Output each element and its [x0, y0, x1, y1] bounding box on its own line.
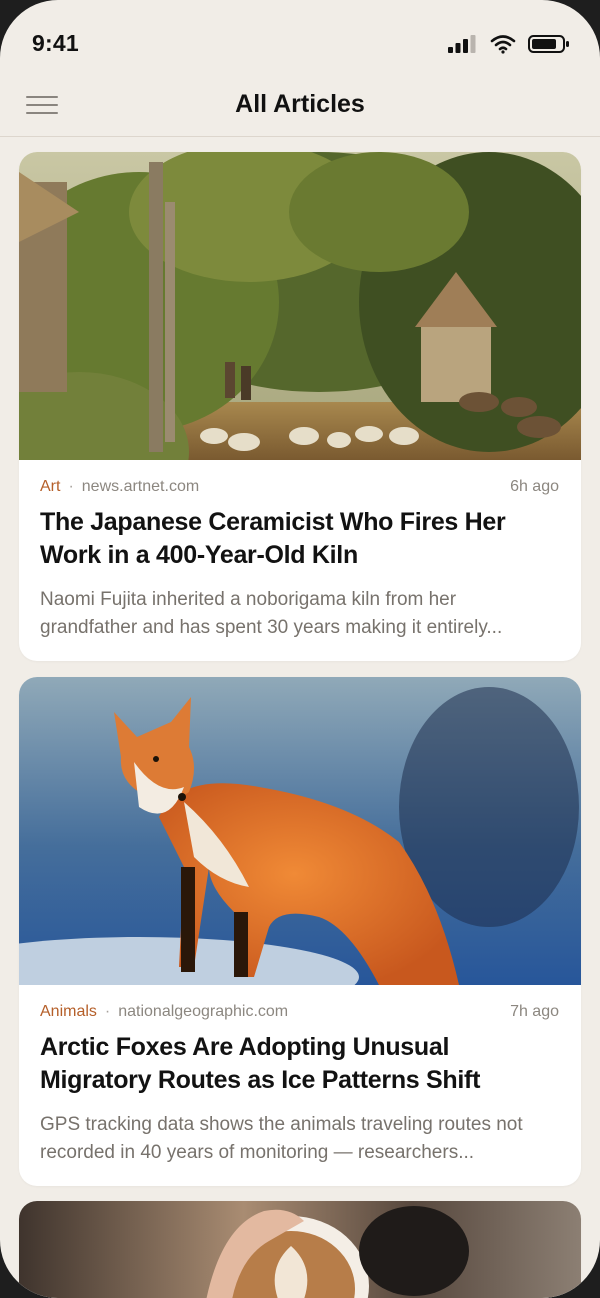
article-title[interactable]: Arctic Foxes Are Adopting Unusual Migrat…: [40, 1031, 555, 1097]
article-source: nationalgeographic.com: [118, 1003, 289, 1020]
article-meta: Animals · nationalgeographic.com 7h ago: [40, 1003, 559, 1023]
separator-dot: ·: [68, 478, 74, 495]
page-title: All Articles: [235, 90, 365, 118]
battery-icon: [528, 35, 569, 53]
article-card[interactable]: Art · news.artnet.com 6h ago The Japanese …: [19, 152, 581, 661]
article-age: 6h ago: [510, 478, 559, 495]
article-title[interactable]: The Japanese Ceramicist Who Fires Her Wo…: [40, 506, 555, 572]
article-category[interactable]: Animals: [40, 1003, 97, 1020]
wifi-icon: [490, 35, 516, 54]
cellular-signal-icon: [448, 35, 476, 53]
article-excerpt: GPS tracking data shows the animals trav…: [40, 1114, 523, 1163]
phone-screen: 9:41 All Articles Art · news.artnet.com …: [0, 0, 600, 1298]
status-time: 9:41: [32, 30, 79, 56]
article-excerpt: Naomi Fujita inherited a noborigama kiln…: [40, 589, 503, 638]
separator-dot: ·: [104, 1003, 111, 1020]
article-source: news.artnet.com: [81, 478, 200, 495]
article-image-fox: [19, 677, 581, 985]
article-card[interactable]: Animals · nationalgeographic.com 7h ago Ar…: [19, 677, 581, 1186]
article-meta: Art · news.artnet.com 6h ago: [40, 478, 559, 498]
article-age: 7h ago: [510, 1003, 559, 1020]
article-image-painting: [19, 152, 581, 460]
article-category[interactable]: Art: [40, 478, 60, 495]
status-icons: [448, 34, 570, 54]
article-card[interactable]: [19, 1201, 581, 1298]
navigation-bar: All Articles: [0, 74, 600, 137]
article-image-coffee: [19, 1201, 581, 1298]
